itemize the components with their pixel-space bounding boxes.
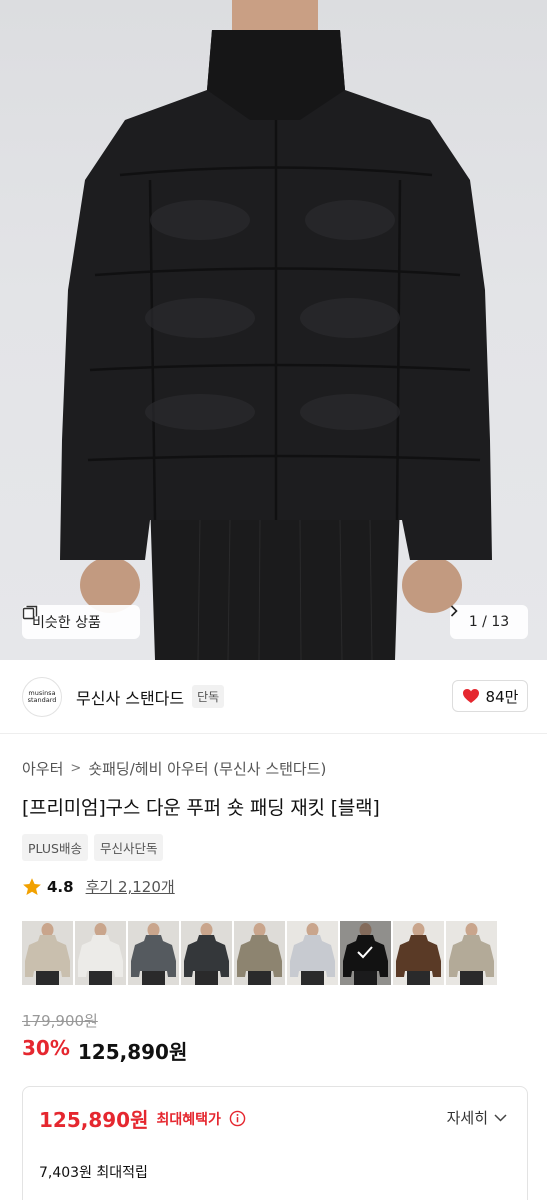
color-thumb-dark-gray[interactable] (181, 921, 232, 985)
rating-score: 4.8 (47, 877, 74, 896)
jacket-photo (60, 0, 492, 660)
breadcrumb-item-padding[interactable]: 숏패딩/헤비 아우터 (무신사 스탠다드) (88, 758, 326, 779)
brand-logo-line2: standard (27, 695, 57, 704)
brand-logo[interactable]: musinsa standard (22, 676, 62, 717)
color-thumb-taupe[interactable] (446, 921, 497, 985)
image-index: 1 / 13 (468, 614, 510, 630)
check-icon (357, 946, 373, 959)
exclusive-badge: 단독 (192, 685, 225, 708)
color-thumb-image (22, 921, 73, 985)
color-thumb-image (181, 921, 232, 985)
info-icon[interactable] (229, 1110, 246, 1127)
color-thumb-charcoal[interactable] (128, 921, 179, 985)
color-thumb-khaki[interactable] (234, 921, 285, 985)
similar-products-label: 비슷한 상품 (32, 615, 101, 631)
max-benefit-row: 125,890원 최대혜택가 (39, 1104, 246, 1133)
original-price: 179,900원 (22, 1012, 98, 1030)
color-thumb-image (75, 921, 126, 985)
brand-row[interactable]: musinsa standard 무신사 스탠다드 단독 84만 (0, 660, 547, 734)
max-benefit-price: 125,890원 (39, 1108, 149, 1132)
color-thumb-light-gray[interactable] (287, 921, 338, 985)
benefit-detail-button[interactable]: 자세히 (447, 1107, 507, 1128)
musinsa-exclusive-tag: 무신사단독 (93, 834, 164, 861)
color-thumb-image (446, 921, 497, 985)
similar-icon (22, 605, 38, 620)
plus-delivery-tag: PLUS배송 (22, 834, 88, 861)
rating-row: 4.8 후기 2,120개 (22, 876, 175, 897)
heart-icon (462, 689, 479, 703)
breadcrumb-item-outer[interactable]: 아우터 (22, 758, 63, 779)
color-thumb-beige[interactable] (22, 921, 73, 985)
color-thumb-image (128, 921, 179, 985)
color-thumb-black[interactable] (340, 921, 391, 985)
color-thumb-brown[interactable] (393, 921, 444, 985)
like-button[interactable]: 84만 (452, 680, 528, 712)
sale-price: 125,890원 (77, 1040, 188, 1064)
benefit-box: 125,890원 최대혜택가 자세히 7,403원 최대적립 (22, 1086, 528, 1200)
product-image[interactable]: 비슷한 상품 1 / 13 (0, 0, 547, 660)
like-count: 84만 (485, 687, 519, 706)
sale-price-row: 30% 125,890원 (22, 1036, 187, 1065)
image-counter[interactable]: 1 / 13 (450, 605, 528, 639)
product-title: [프리미엄]구스 다운 푸퍼 숏 패딩 재킷 [블랙] (22, 797, 380, 819)
product-tags: PLUS배송 무신사단독 (22, 834, 164, 861)
color-thumb-white[interactable] (75, 921, 126, 985)
breadcrumb: 아우터 > 숏패딩/헤비 아우터 (무신사 스탠다드) (22, 758, 326, 779)
breadcrumb-separator-icon: > (70, 761, 82, 776)
brand-name[interactable]: 무신사 스탠다드 (76, 685, 184, 709)
review-count-link[interactable]: 후기 2,120개 (86, 876, 175, 897)
color-options (22, 921, 497, 985)
chevron-right-icon (450, 605, 458, 617)
benefit-detail-label: 자세히 (446, 1109, 488, 1127)
chevron-down-icon (494, 1113, 507, 1122)
discount-rate: 30% (22, 1036, 70, 1060)
color-thumb-image (287, 921, 338, 985)
max-benefit-label: 최대혜택가 (156, 1111, 221, 1128)
max-points: 7,403원 최대적립 (39, 1165, 148, 1181)
color-thumb-image (393, 921, 444, 985)
similar-products-button[interactable]: 비슷한 상품 (22, 605, 140, 639)
star-icon (23, 877, 41, 895)
color-thumb-image (234, 921, 285, 985)
